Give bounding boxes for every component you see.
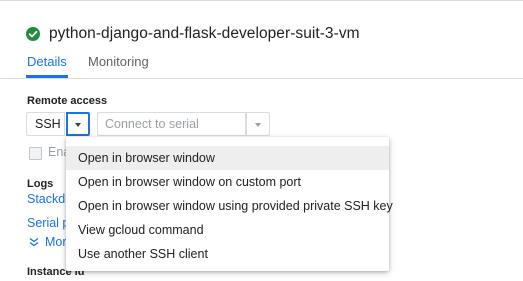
vm-name-title: python-django-and-flask-developer-suit-3…	[49, 25, 360, 42]
menu-item-view-gcloud-command[interactable]: View gcloud command	[66, 218, 389, 242]
remote-access-label: Remote access	[27, 95, 108, 107]
top-divider	[0, 0, 523, 1]
logs-label: Logs	[27, 178, 54, 190]
vm-header: python-django-and-flask-developer-suit-3…	[26, 25, 360, 43]
more-link-label: Mor	[45, 235, 67, 249]
ssh-button[interactable]: SSH	[26, 112, 65, 136]
serial-console-dropdown-button[interactable]	[246, 112, 270, 136]
connect-serial-console-button[interactable]: Connect to serial console	[97, 112, 246, 153]
ssh-options-menu: Open in browser window Open in browser w…	[66, 137, 393, 271]
tab-details[interactable]: Details	[27, 54, 67, 69]
menu-item-open-browser-window[interactable]: Open in browser window	[66, 146, 389, 170]
ssh-dropdown-button[interactable]	[66, 112, 90, 136]
more-link[interactable]: Mor	[29, 235, 67, 249]
menu-item-open-custom-port[interactable]: Open in browser window on custom port	[66, 170, 389, 194]
menu-item-another-ssh-client[interactable]: Use another SSH client	[66, 242, 389, 266]
enable-serial-checkbox[interactable]	[29, 147, 42, 160]
active-tab-indicator	[26, 75, 68, 78]
menu-item-open-private-key[interactable]: Open in browser window using provided pr…	[66, 194, 393, 218]
check-circle-icon	[26, 27, 40, 41]
caret-down-icon	[255, 123, 261, 127]
expand-more-icon	[29, 237, 39, 247]
tab-bar: Details Monitoring	[0, 51, 523, 79]
caret-down-icon	[75, 123, 81, 127]
stackdriver-logging-link[interactable]: Stackdr	[27, 192, 69, 206]
tab-monitoring[interactable]: Monitoring	[88, 54, 149, 69]
serial-port-link[interactable]: Serial p	[27, 216, 69, 230]
